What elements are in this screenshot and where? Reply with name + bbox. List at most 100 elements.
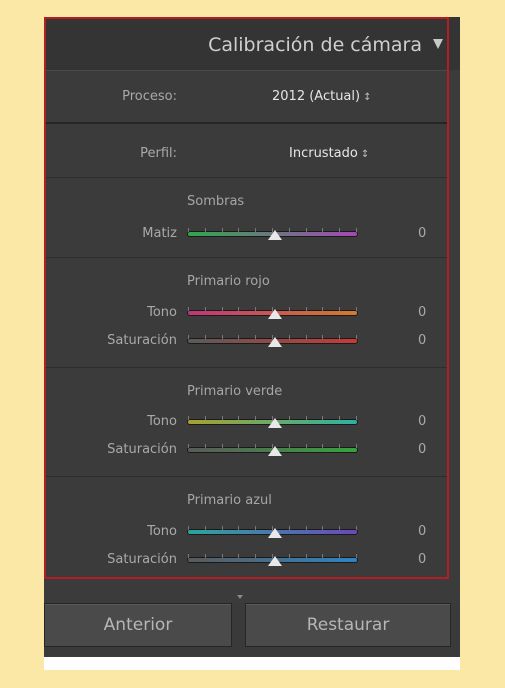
- slider-tick: [356, 335, 357, 339]
- slider-tick: [322, 416, 324, 420]
- slider-tick: [221, 526, 223, 530]
- slider-tick: [288, 335, 290, 339]
- divider: [44, 476, 447, 477]
- slider-knob[interactable]: [268, 446, 282, 456]
- slider-value[interactable]: 0: [418, 226, 426, 241]
- slider-tick: [238, 335, 240, 339]
- slider-tick: [356, 554, 357, 558]
- slider-label: Saturación: [107, 442, 177, 457]
- slider-tick: [221, 554, 223, 558]
- slider-tick: [288, 526, 290, 530]
- slider-tick: [238, 228, 240, 232]
- slider-tick: [221, 416, 223, 420]
- divider: [44, 367, 447, 368]
- panel-title: Calibración de cámara: [208, 34, 422, 56]
- slider-tick: [339, 307, 341, 311]
- slider-tick: [238, 554, 240, 558]
- slider-tick: [339, 335, 341, 339]
- slider-knob[interactable]: [268, 337, 282, 347]
- slider-tick: [221, 444, 223, 448]
- perfil-label: Perfil:: [140, 146, 177, 161]
- slider-tick: [221, 228, 223, 232]
- slider-tick: [255, 228, 257, 232]
- proceso-select[interactable]: 2012 (Actual) ↕: [272, 89, 371, 104]
- slider-tick: [204, 526, 206, 530]
- section-title-verde: Primario verde: [187, 384, 283, 399]
- slider-tick: [204, 416, 206, 420]
- slider-tick: [204, 335, 206, 339]
- slider-tick: [188, 416, 189, 420]
- updown-arrows-icon: ↕: [360, 149, 370, 160]
- slider-tick: [204, 228, 206, 232]
- slider-tick: [188, 554, 189, 558]
- slider-knob[interactable]: [268, 309, 282, 319]
- button-bar: Anterior Restaurar: [44, 603, 460, 655]
- perfil-select[interactable]: Incrustado ↕: [289, 146, 369, 161]
- slider-tick: [288, 228, 290, 232]
- slider-tick: [204, 444, 206, 448]
- proceso-label: Proceso:: [122, 89, 177, 104]
- slider-tick: [255, 307, 257, 311]
- section-title-azul: Primario azul: [187, 493, 272, 508]
- slider-tick: [238, 526, 240, 530]
- anterior-button[interactable]: Anterior: [44, 603, 232, 647]
- slider-knob[interactable]: [268, 418, 282, 428]
- slider-tick: [339, 228, 341, 232]
- slider-tick: [188, 228, 189, 232]
- slider-tick: [204, 554, 206, 558]
- slider-value[interactable]: 0: [418, 414, 426, 429]
- slider-value[interactable]: 0: [418, 524, 426, 539]
- slider-label: Tono: [147, 414, 177, 429]
- panel-header[interactable]: Calibración de cámara: [44, 17, 460, 70]
- slider-tick: [356, 416, 357, 420]
- slider-tick: [356, 444, 357, 448]
- divider: [44, 177, 447, 178]
- slider-value[interactable]: 0: [418, 333, 426, 348]
- slider-label: Saturación: [107, 333, 177, 348]
- slider-label: Tono: [147, 305, 177, 320]
- slider-tick: [255, 526, 257, 530]
- slider-knob[interactable]: [268, 528, 282, 538]
- slider-tick: [305, 307, 307, 311]
- slider-label: Matiz: [142, 226, 177, 241]
- slider-tick: [322, 307, 324, 311]
- slider-tick: [188, 307, 189, 311]
- bottom-strip: [44, 657, 460, 670]
- slider-value[interactable]: 0: [418, 305, 426, 320]
- slider-tick: [339, 416, 341, 420]
- slider-tick: [204, 307, 206, 311]
- slider-tick: [255, 554, 257, 558]
- slider-tick: [322, 554, 324, 558]
- slider-label: Saturación: [107, 552, 177, 567]
- slider-tick: [322, 444, 324, 448]
- restaurar-button[interactable]: Restaurar: [245, 603, 451, 647]
- caret-down-icon: [237, 595, 243, 599]
- slider-tick: [339, 554, 341, 558]
- triangle-down-icon[interactable]: [433, 39, 443, 49]
- slider-knob[interactable]: [268, 230, 282, 240]
- slider-tick: [188, 526, 189, 530]
- slider-tick: [305, 335, 307, 339]
- slider-value[interactable]: 0: [418, 552, 426, 567]
- slider-value[interactable]: 0: [418, 442, 426, 457]
- slider-tick: [322, 526, 324, 530]
- slider-label: Tono: [147, 524, 177, 539]
- section-title-sombras: Sombras: [187, 194, 245, 209]
- slider-tick: [339, 526, 341, 530]
- slider-knob[interactable]: [268, 556, 282, 566]
- slider-tick: [305, 526, 307, 530]
- slider-tick: [305, 554, 307, 558]
- slider-tick: [305, 416, 307, 420]
- slider-tick: [188, 335, 189, 339]
- divider: [44, 257, 447, 258]
- slider-tick: [188, 444, 189, 448]
- slider-tick: [255, 416, 257, 420]
- camera-calibration-panel: Calibración de cámara Proceso: 2012 (Act…: [44, 17, 460, 670]
- slider-tick: [322, 228, 324, 232]
- slider-tick: [221, 335, 223, 339]
- slider-tick: [255, 335, 257, 339]
- slider-tick: [305, 228, 307, 232]
- slider-tick: [238, 307, 240, 311]
- slider-tick: [238, 416, 240, 420]
- proceso-value: 2012 (Actual): [272, 89, 361, 104]
